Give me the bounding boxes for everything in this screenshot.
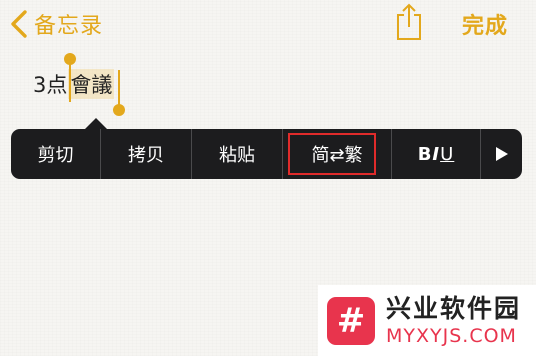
back-label: 备忘录 <box>34 14 104 39</box>
watermark: # 兴业软件园 MYXYJS.COM <box>318 285 536 356</box>
note-text-line[interactable]: 3点 會議 <box>33 69 115 99</box>
italic-label: I <box>432 143 441 165</box>
bold-label: B <box>417 143 433 165</box>
note-selected-text[interactable]: 會議 <box>68 69 115 99</box>
share-icon <box>397 3 421 40</box>
done-button[interactable]: 完成 <box>462 8 508 40</box>
selection-start-bar <box>69 62 71 102</box>
back-button[interactable]: 备忘录 <box>8 6 103 42</box>
share-button[interactable] <box>394 2 424 42</box>
note-text-prefix: 3点 <box>33 73 68 97</box>
watermark-logo-icon: # <box>327 296 375 345</box>
more-options-button[interactable] <box>481 129 522 179</box>
edit-menu: 剪切 拷贝 粘贴 简⇄繁 B I U <box>11 129 522 179</box>
cut-button[interactable]: 剪切 <box>11 129 100 179</box>
chevron-left-icon <box>11 10 27 38</box>
watermark-logo-glyph: # <box>336 300 366 341</box>
selection-end-bar <box>118 70 120 108</box>
copy-button[interactable]: 拷贝 <box>101 129 191 179</box>
selection-end-handle[interactable] <box>113 104 125 116</box>
format-biu-button[interactable]: B I U <box>392 129 480 179</box>
simplified-traditional-convert-button[interactable]: 简⇄繁 <box>283 129 391 179</box>
paste-button[interactable]: 粘贴 <box>192 129 282 179</box>
underline-label: U <box>440 143 455 165</box>
play-triangle-icon <box>495 147 508 161</box>
watermark-title: 兴业软件园 <box>386 293 522 323</box>
watermark-text: 兴业软件园 MYXYJS.COM <box>386 294 521 348</box>
watermark-domain: MYXYJS.COM <box>386 324 517 347</box>
